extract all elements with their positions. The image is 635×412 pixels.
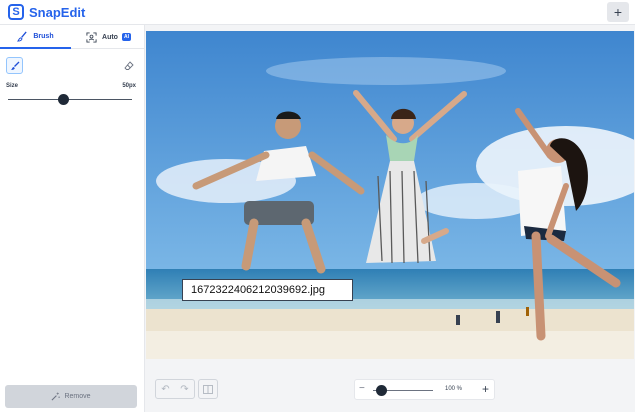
zoom-out-button[interactable]: − [359,383,365,394]
undo-icon[interactable]: ↶ [156,380,175,398]
app-logo[interactable]: S SnapEdit [8,2,85,22]
size-value: 50px [122,83,136,89]
tab-brush-label: Brush [33,32,54,40]
auto-select-icon [86,31,97,43]
beach-photo [146,31,634,359]
redo-icon[interactable]: ↷ [175,380,194,398]
zoom-in-button[interactable]: + [482,382,489,396]
zoom-handle[interactable] [376,385,387,396]
logo-icon: S [8,4,24,20]
eraser-tool-button[interactable] [120,57,137,74]
history-controls: ↶ ↷ [155,379,195,399]
size-label: Size [6,83,19,89]
tab-brush[interactable]: Brush [0,25,71,49]
brush-tool-icon [10,61,19,70]
tool-tabs: Brush Auto AI [0,25,145,49]
brush-size-slider[interactable] [8,99,132,100]
ai-badge: AI [121,33,131,41]
tab-auto-label: Auto [102,33,118,41]
zoom-control: − 100 % + [354,379,495,400]
new-image-button[interactable]: + [607,2,629,22]
brush-size-handle[interactable] [58,94,69,105]
remove-label: Remove [64,393,91,400]
filename-tooltip: 16723224062120396​92.jpg [182,279,353,301]
eraser-icon [123,60,134,70]
sidebar: Brush Auto AI Size 50px Remove [0,25,145,412]
top-bar: S SnapEdit + [0,0,635,25]
image-canvas[interactable] [146,31,634,359]
app-name: SnapEdit [29,4,86,20]
tab-auto[interactable]: Auto AI [72,25,145,49]
brush-icon [17,31,28,42]
compare-icon [203,384,213,394]
magic-wand-icon [51,392,61,401]
brush-tool-button[interactable] [6,57,23,74]
remove-button[interactable]: Remove [5,385,137,408]
zoom-value: 100 % [445,386,463,392]
compare-button[interactable] [198,379,218,399]
